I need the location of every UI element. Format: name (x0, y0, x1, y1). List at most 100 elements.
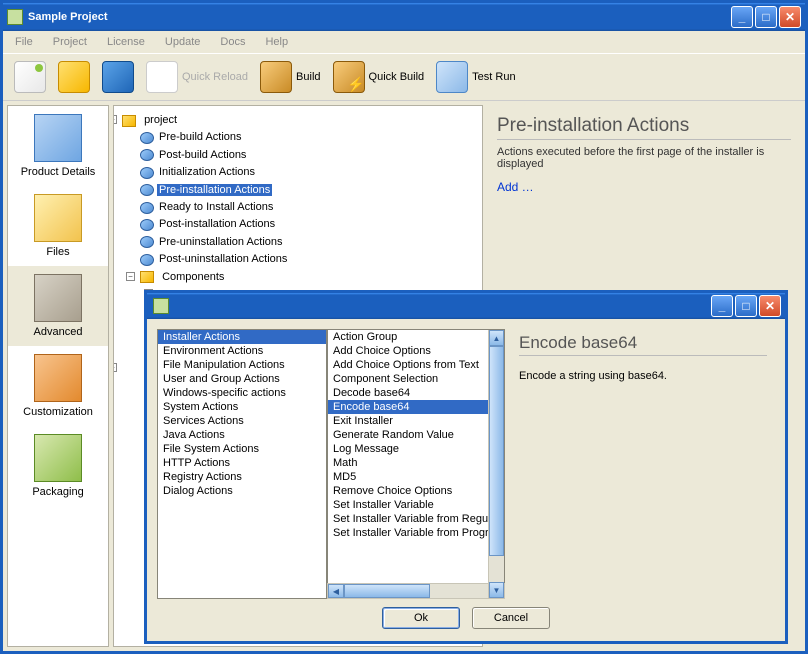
action-option[interactable]: Set Installer Variable from Program (328, 526, 488, 540)
info-title: Pre-installation Actions (497, 115, 791, 140)
menu-docs[interactable]: Docs (214, 34, 251, 50)
action-option[interactable]: Exit Installer (328, 414, 488, 428)
sidebar-packaging[interactable]: Packaging (8, 426, 108, 506)
tree-node-project[interactable]: project (142, 114, 179, 126)
category-option[interactable]: User and Group Actions (158, 372, 326, 386)
category-option[interactable]: Installer Actions (158, 330, 326, 344)
open-folder-icon (58, 61, 90, 93)
action-option[interactable]: Add Choice Options from Text (328, 358, 488, 372)
action-option[interactable]: Remove Choice Options (328, 484, 488, 498)
category-option[interactable]: System Actions (158, 400, 326, 414)
toolbar-open[interactable] (55, 58, 93, 96)
sidebar-label: Product Details (21, 166, 96, 178)
category-option[interactable]: File System Actions (158, 442, 326, 456)
tree-node[interactable]: Post-installation Actions (157, 218, 277, 230)
action-option[interactable]: Add Choice Options (328, 344, 488, 358)
menu-license[interactable]: License (101, 34, 151, 50)
sidebar-customization[interactable]: Customization (8, 346, 108, 426)
action-icon (140, 149, 154, 161)
tree-node[interactable]: Initialization Actions (157, 166, 257, 178)
dialog-icon (153, 298, 169, 314)
dialog-maximize-button[interactable]: □ (735, 295, 757, 317)
test-run-icon (436, 61, 468, 93)
menu-help[interactable]: Help (259, 34, 294, 50)
sidebar-files[interactable]: Files (8, 186, 108, 266)
action-option[interactable]: Log Message (328, 442, 488, 456)
tree-node-selected[interactable]: Pre-installation Actions (157, 184, 272, 196)
tree-node[interactable]: Post-build Actions (157, 149, 248, 161)
action-option[interactable]: Math (328, 456, 488, 470)
category-option[interactable]: File Manipulation Actions (158, 358, 326, 372)
category-option[interactable]: Registry Actions (158, 470, 326, 484)
action-list-wrap: Action GroupAdd Choice OptionsAdd Choice… (327, 329, 505, 599)
category-option[interactable]: Dialog Actions (158, 484, 326, 498)
main-titlebar[interactable]: Sample Project _ □ ✕ (3, 3, 805, 31)
action-option[interactable]: MD5 (328, 470, 488, 484)
tree-toggle[interactable]: − (113, 115, 117, 124)
toolbar-quick-reload[interactable]: Quick Reload (143, 58, 251, 96)
scroll-down-button[interactable]: ▼ (489, 582, 504, 598)
hscroll-thumb[interactable] (344, 584, 430, 598)
gears-icon (34, 274, 82, 322)
category-option[interactable]: Windows-specific actions (158, 386, 326, 400)
tree-node[interactable]: Pre-build Actions (157, 131, 244, 143)
action-option[interactable]: Component Selection (328, 372, 488, 386)
action-list-vscroll[interactable]: ▲ ▼ (488, 330, 504, 598)
sidebar: Product Details Files Advanced Customiza… (7, 105, 109, 647)
toolbar-build[interactable]: Build (257, 58, 323, 96)
tree-node[interactable]: Components (160, 271, 226, 283)
dialog-minimize-button[interactable]: _ (711, 295, 733, 317)
action-list-hscroll[interactable]: ◀ ▶ (327, 583, 505, 599)
action-icon (140, 236, 154, 248)
scroll-thumb[interactable] (489, 346, 504, 556)
menu-update[interactable]: Update (159, 34, 206, 50)
tree-node[interactable]: Ready to Install Actions (157, 201, 275, 213)
action-option[interactable]: Decode base64 (328, 386, 488, 400)
toolbar-quick-build[interactable]: Quick Build (330, 58, 428, 96)
sidebar-label: Advanced (34, 326, 83, 338)
action-icon (140, 219, 154, 231)
minimize-button[interactable]: _ (731, 6, 753, 28)
menubar: File Project License Update Docs Help (3, 31, 805, 53)
toolbar-save[interactable] (99, 58, 137, 96)
menu-file[interactable]: File (9, 34, 39, 50)
quick-build-label: Quick Build (369, 71, 425, 83)
action-list[interactable]: Action GroupAdd Choice OptionsAdd Choice… (328, 330, 488, 598)
detail-description: Encode a string using base64. (519, 370, 767, 382)
category-list[interactable]: Installer ActionsEnvironment ActionsFile… (157, 329, 327, 599)
build-box-icon (260, 61, 292, 93)
detail-title: Encode base64 (519, 333, 767, 356)
category-option[interactable]: HTTP Actions (158, 456, 326, 470)
menu-project[interactable]: Project (47, 34, 93, 50)
ok-button[interactable]: Ok (382, 607, 460, 629)
sidebar-label: Customization (23, 406, 93, 418)
tree-node[interactable]: Pre-uninstallation Actions (157, 236, 285, 248)
action-option[interactable]: Action Group (328, 330, 488, 344)
cancel-button[interactable]: Cancel (472, 607, 550, 629)
scroll-left-button[interactable]: ◀ (328, 584, 344, 598)
toolbar-test-run[interactable]: Test Run (433, 58, 518, 96)
action-option[interactable]: Set Installer Variable (328, 498, 488, 512)
category-option[interactable]: Java Actions (158, 428, 326, 442)
add-link[interactable]: Add … (497, 180, 791, 194)
action-option[interactable]: Encode base64 (328, 400, 488, 414)
sidebar-advanced[interactable]: Advanced (8, 266, 108, 346)
sidebar-product-details[interactable]: Product Details (8, 106, 108, 186)
maximize-button[interactable]: □ (755, 6, 777, 28)
scroll-up-button[interactable]: ▲ (489, 330, 504, 346)
action-dialog: _ □ ✕ Installer ActionsEnvironment Actio… (144, 290, 788, 644)
tree-toggle[interactable]: − (126, 272, 135, 281)
action-option[interactable]: Generate Random Value (328, 428, 488, 442)
category-option[interactable]: Environment Actions (158, 344, 326, 358)
tree-node[interactable]: Post-uninstallation Actions (157, 253, 289, 265)
tree-toggle[interactable]: + (113, 363, 117, 372)
toolbar-new[interactable] (11, 58, 49, 96)
action-option[interactable]: Set Installer Variable from Regular (328, 512, 488, 526)
info-description: Actions executed before the first page o… (497, 146, 791, 170)
dialog-titlebar[interactable]: _ □ ✕ (147, 293, 785, 319)
category-option[interactable]: Services Actions (158, 414, 326, 428)
action-icon (140, 254, 154, 266)
dialog-close-button[interactable]: ✕ (759, 295, 781, 317)
sidebar-label: Files (46, 246, 69, 258)
main-close-button[interactable]: ✕ (779, 6, 801, 28)
